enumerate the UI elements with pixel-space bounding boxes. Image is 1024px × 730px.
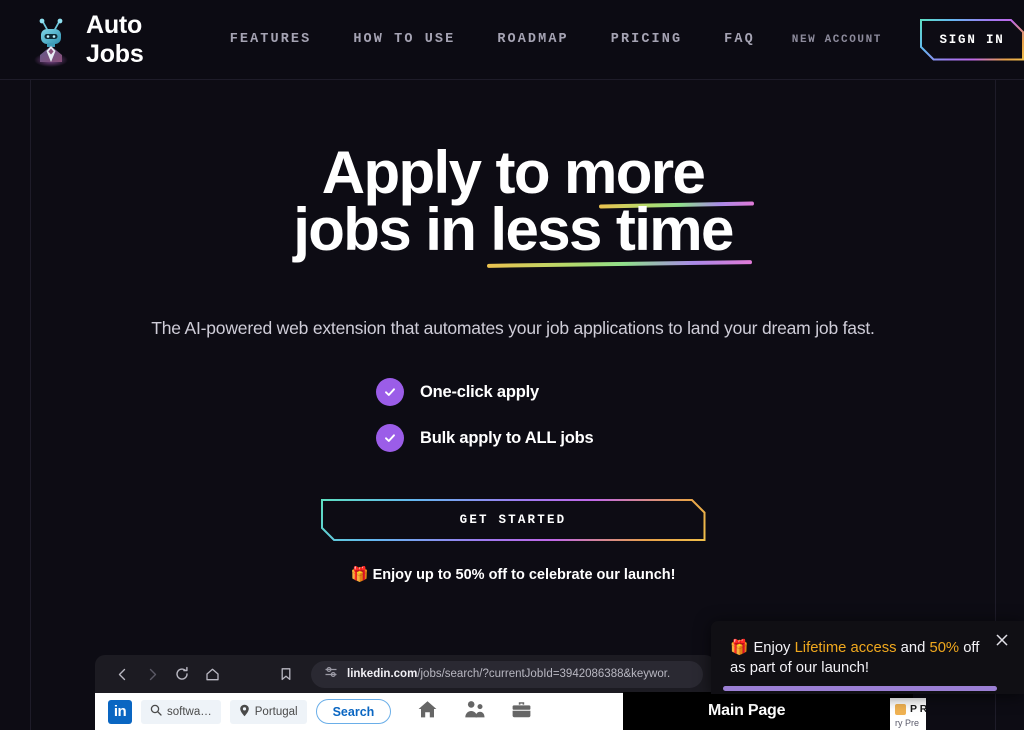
robot-logo-icon bbox=[27, 13, 75, 67]
location-pin-icon bbox=[239, 704, 250, 720]
feature-item-bulk-apply: Bulk apply to ALL jobs bbox=[376, 424, 650, 452]
landing-page: Auto Jobs FEATURES HOW TO USE ROADMAP PR… bbox=[0, 0, 1024, 730]
headline-line-2: jobs in less time bbox=[31, 200, 995, 268]
linkedin-search-button[interactable]: Search bbox=[315, 699, 392, 724]
chevron-right-icon[interactable] bbox=[137, 659, 167, 689]
check-circle-icon bbox=[376, 378, 404, 406]
check-circle-icon bbox=[376, 424, 404, 452]
get-started-label: GET STARTED bbox=[459, 513, 567, 527]
page-title: Apply to more jobs in less time bbox=[31, 143, 995, 268]
feature-label: One-click apply bbox=[420, 382, 539, 401]
url-path: /jobs/search/?currentJobId=3942086388&ke… bbox=[417, 668, 671, 680]
nav-item-roadmap[interactable]: ROADMAP bbox=[476, 32, 589, 47]
linkedin-nav-icons bbox=[417, 699, 532, 725]
nav-item-pricing[interactable]: PRICING bbox=[590, 32, 703, 47]
linkedin-search-value: softwa… bbox=[167, 705, 212, 718]
feature-label: Bulk apply to ALL jobs bbox=[420, 428, 594, 447]
linkedin-location-value: Portugal bbox=[254, 705, 298, 718]
search-icon bbox=[150, 704, 162, 719]
gift-icon: 🎁 bbox=[730, 640, 749, 656]
site-settings-icon[interactable] bbox=[324, 665, 338, 684]
side-card-subtitle: ry Pre bbox=[895, 718, 920, 728]
extension-panel-title: Main Page bbox=[708, 702, 786, 719]
home-icon[interactable] bbox=[197, 659, 227, 689]
url-text: linkedin.com/jobs/search/?currentJobId=3… bbox=[347, 668, 670, 680]
hero-section: Apply to more jobs in less time The AI-p… bbox=[31, 80, 995, 584]
main-nav: FEATURES HOW TO USE ROADMAP PRICING FAQ … bbox=[209, 19, 1024, 61]
feature-item-one-click: One-click apply bbox=[376, 378, 650, 406]
browser-toolbar: linkedin.com/jobs/search/?currentJobId=3… bbox=[95, 655, 715, 693]
toast-text-1: Enjoy bbox=[753, 640, 795, 656]
new-account-link[interactable]: NEW ACCOUNT bbox=[776, 34, 898, 46]
close-icon[interactable] bbox=[992, 630, 1012, 650]
extension-panel: Main Page bbox=[623, 692, 913, 730]
toast-message: 🎁 Enjoy Lifetime access and 50% off as pa… bbox=[711, 621, 1024, 679]
feature-list: One-click apply Bulk apply to ALL jobs bbox=[31, 378, 995, 452]
linkedin-header: in softwa… Portugal Search bbox=[95, 693, 715, 730]
toast-highlight-1: Lifetime access bbox=[794, 640, 897, 656]
linkedin-logo-icon[interactable]: in bbox=[108, 699, 132, 724]
hero-subheadline: The AI-powered web extension that automa… bbox=[151, 318, 875, 338]
bookmark-icon[interactable] bbox=[271, 659, 301, 689]
folder-square-icon bbox=[895, 703, 906, 715]
linkedin-search-input[interactable]: softwa… bbox=[141, 699, 221, 724]
toast-progress-bar bbox=[723, 686, 997, 691]
linkedin-location-input[interactable]: Portugal bbox=[229, 699, 307, 724]
side-card-title: P R bbox=[910, 703, 926, 715]
jobs-briefcase-icon[interactable] bbox=[511, 699, 532, 725]
toast-text-2: and bbox=[896, 640, 930, 656]
nav-item-faq[interactable]: FAQ bbox=[703, 32, 776, 47]
sign-in-label: SIGN IN bbox=[939, 32, 1005, 47]
reload-icon[interactable] bbox=[167, 659, 197, 689]
browser-mockup: linkedin.com/jobs/search/?currentJobId=3… bbox=[95, 655, 715, 730]
side-card-header: P R bbox=[895, 703, 926, 715]
side-card: P R ry Pre bbox=[890, 698, 926, 730]
promo-text: Enjoy up to 50% off to celebrate our lau… bbox=[372, 567, 676, 583]
site-header: Auto Jobs FEATURES HOW TO USE ROADMAP PR… bbox=[0, 0, 1024, 80]
chevron-left-icon[interactable] bbox=[107, 659, 137, 689]
headline-text-2: jobs in less time bbox=[293, 196, 734, 263]
network-icon[interactable] bbox=[464, 699, 485, 725]
brand-logo[interactable]: Auto Jobs bbox=[27, 11, 162, 69]
gift-icon: 🎁 bbox=[350, 567, 369, 583]
url-bar[interactable]: linkedin.com/jobs/search/?currentJobId=3… bbox=[311, 660, 703, 688]
nav-item-features[interactable]: FEATURES bbox=[209, 32, 333, 47]
nav-item-how-to-use[interactable]: HOW TO USE bbox=[332, 32, 476, 47]
get-started-button[interactable]: GET STARTED bbox=[321, 499, 706, 541]
sign-in-button[interactable]: SIGN IN bbox=[920, 19, 1024, 61]
brand-name: Auto Jobs bbox=[86, 10, 144, 68]
home-icon[interactable] bbox=[417, 699, 438, 725]
toast-highlight-2: 50% bbox=[929, 640, 960, 656]
launch-offer-toast: 🎁 Enjoy Lifetime access and 50% off as pa… bbox=[711, 621, 1024, 694]
headline-line-1: Apply to more bbox=[31, 143, 995, 209]
url-domain: linkedin.com bbox=[347, 668, 418, 680]
promo-banner: 🎁 Enjoy up to 50% off to celebrate our la… bbox=[31, 566, 995, 583]
